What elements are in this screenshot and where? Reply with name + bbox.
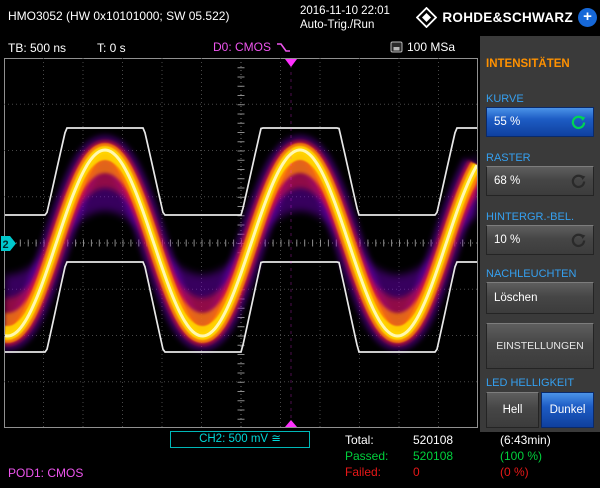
led-hell-button[interactable]: Hell xyxy=(486,392,539,428)
acquisition-memory-icon xyxy=(390,41,403,53)
raster-softkey[interactable]: 68 % xyxy=(486,166,594,196)
rotate-knob-icon xyxy=(571,233,586,248)
failed-extra: (0 %) xyxy=(500,465,529,479)
total-value: 520108 xyxy=(413,433,453,447)
trigger-marker-bottom-icon[interactable] xyxy=(285,420,297,427)
trigger-time-readout[interactable]: T: 0 s xyxy=(97,41,126,55)
rohde-schwarz-diamond-icon xyxy=(416,7,437,28)
channel2-info-box[interactable]: CH2: 500 mV ≅ xyxy=(170,431,310,448)
led-hell-label: Hell xyxy=(503,404,523,416)
bottom-info-bar: CH2: 500 mV ≅ POD1: CMOS Total: 520108 (… xyxy=(0,432,600,488)
status-bar: TB: 500 ns T: 0 s D0: CMOS 100 MSa xyxy=(0,36,480,58)
rotate-knob-icon xyxy=(571,115,586,130)
sample-rate-readout: 100 MSa xyxy=(390,40,455,54)
sample-rate-label: 100 MSa xyxy=(407,40,455,54)
led-dunkel-label: Dunkel xyxy=(550,404,586,416)
led-brightness-label: LED HELLIGKEIT xyxy=(486,377,574,389)
persistence-label: NACHLEUCHTEN xyxy=(486,268,576,280)
rotate-knob-icon xyxy=(571,174,586,189)
timebase-readout[interactable]: TB: 500 ns xyxy=(8,41,66,55)
kurve-label: KURVE xyxy=(486,93,524,105)
trigger-source-readout[interactable]: D0: CMOS xyxy=(213,40,291,54)
passed-value: 520108 xyxy=(413,449,453,463)
total-extra: (6:43min) xyxy=(500,433,551,447)
channel2-marker-label: 2 xyxy=(3,239,9,251)
led-dunkel-button[interactable]: Dunkel xyxy=(541,392,594,428)
trigger-source-label: D0: CMOS xyxy=(213,40,271,54)
datetime-text: 2016-11-10 22:01 xyxy=(300,4,390,18)
kurve-value: 55 % xyxy=(494,116,520,128)
raster-label: RASTER xyxy=(486,152,531,164)
device-title: HMO3052 (HW 0x10101000; SW 05.522) xyxy=(8,9,229,23)
failed-value: 0 xyxy=(413,465,420,479)
einstellungen-softkey[interactable]: EINSTELLUNGEN xyxy=(486,323,594,369)
total-label: Total: xyxy=(345,433,374,447)
kurve-softkey[interactable]: 55 % xyxy=(486,107,594,137)
trigger-marker-top-icon[interactable] xyxy=(285,59,297,67)
passed-label: Passed: xyxy=(345,449,388,463)
brand-logo: ROHDE&SCHWARZ + xyxy=(416,7,597,28)
backlight-label: HINTERGR.-BEL. xyxy=(486,211,574,223)
persistence-value: Löschen xyxy=(494,292,537,304)
channel2-level-marker[interactable]: 2 xyxy=(1,236,16,251)
falling-edge-trigger-icon xyxy=(276,42,291,53)
plus-badge-icon: + xyxy=(578,8,597,27)
trigger-status-text: Auto-Trig./Run xyxy=(300,18,390,32)
title-bar: HMO3052 (HW 0x10101000; SW 05.522) 2016-… xyxy=(0,0,600,36)
backlight-value: 10 % xyxy=(494,234,520,246)
backlight-softkey[interactable]: 10 % xyxy=(486,225,594,255)
pod1-label[interactable]: POD1: CMOS xyxy=(8,466,83,480)
datetime-block: 2016-11-10 22:01 Auto-Trig./Run xyxy=(300,4,390,32)
persistence-clear-softkey[interactable]: Löschen xyxy=(486,282,594,314)
raster-value: 68 % xyxy=(494,175,520,187)
softkey-menu: INTENSITÄTEN KURVE 55 % RASTER 68 % HINT… xyxy=(480,36,600,432)
passed-extra: (100 %) xyxy=(500,449,542,463)
brand-text: ROHDE&SCHWARZ xyxy=(442,10,573,25)
menu-title: INTENSITÄTEN xyxy=(486,58,570,70)
einstellungen-label: EINSTELLUNGEN xyxy=(496,340,584,352)
failed-label: Failed: xyxy=(345,465,381,479)
